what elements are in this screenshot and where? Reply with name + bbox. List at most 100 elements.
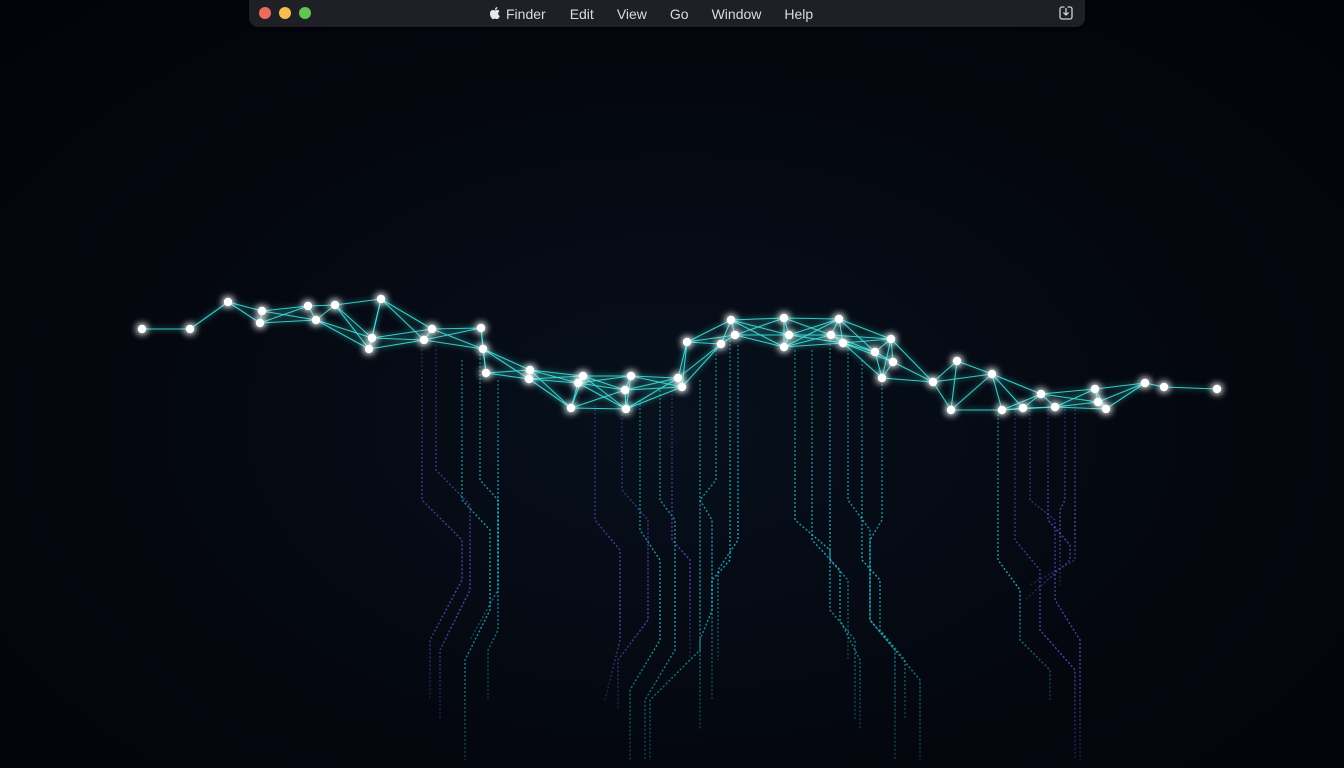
- mesh-edge: [431, 328, 484, 350]
- mesh-node: [886, 334, 896, 344]
- mesh-node: [673, 373, 683, 383]
- mesh-node: [566, 403, 576, 413]
- mesh-edge: [932, 373, 993, 383]
- mesh-node: [682, 337, 692, 347]
- mesh-node: [888, 357, 898, 367]
- desktop: Finder Edit View Go Window Help: [0, 0, 1344, 768]
- menu-help[interactable]: Help: [784, 6, 813, 22]
- mesh-node: [730, 330, 740, 340]
- mesh-edge: [529, 369, 584, 377]
- circuit-trace: [869, 380, 921, 760]
- mesh-node: [419, 335, 429, 345]
- mesh-node: [952, 356, 962, 366]
- mesh-edge: [371, 337, 425, 341]
- mesh-node: [311, 315, 321, 325]
- mesh-node: [834, 314, 844, 324]
- mesh-node: [726, 315, 736, 325]
- mesh-edge: [334, 298, 382, 306]
- circuit-trace: [829, 340, 849, 660]
- mesh-node: [364, 344, 374, 354]
- mesh-node: [1018, 403, 1028, 413]
- minimize-button[interactable]: [279, 7, 291, 19]
- circuit-trace: [711, 340, 731, 700]
- circuit-trace: [479, 350, 499, 700]
- zoom-button[interactable]: [299, 7, 311, 19]
- mesh-node: [870, 347, 880, 357]
- mesh-node: [367, 333, 377, 343]
- circuit-trace: [1029, 410, 1081, 760]
- mesh-edge: [485, 372, 530, 380]
- mesh-edge: [1163, 386, 1218, 390]
- mesh-node: [330, 300, 340, 310]
- mesh-edge: [890, 338, 934, 383]
- mesh-node: [779, 342, 789, 352]
- mesh-node: [621, 404, 631, 414]
- mesh-node: [877, 373, 887, 383]
- mesh-edge: [227, 301, 263, 312]
- mesh-node: [573, 378, 583, 388]
- network-wallpaper: [137, 294, 1222, 760]
- mesh-node: [1050, 402, 1060, 412]
- mesh-node: [303, 301, 313, 311]
- mesh-node: [997, 405, 1007, 415]
- mesh-edge: [783, 317, 840, 320]
- mesh-node: [578, 371, 588, 381]
- menu-edit[interactable]: Edit: [570, 6, 594, 22]
- mesh-node: [524, 374, 534, 384]
- menu-go[interactable]: Go: [670, 6, 689, 22]
- mesh-node: [137, 324, 147, 334]
- circuit-trace: [1059, 405, 1066, 585]
- mesh-edge: [482, 348, 531, 371]
- mesh-node: [476, 323, 486, 333]
- mesh-node: [481, 368, 491, 378]
- circuit-trace: [461, 360, 491, 760]
- mesh-node: [838, 338, 848, 348]
- mesh-node: [1090, 384, 1100, 394]
- mesh-node: [779, 313, 789, 323]
- circuit-trace: [861, 360, 906, 720]
- mesh-edge: [1054, 406, 1107, 410]
- mesh-node: [716, 339, 726, 349]
- mesh-node: [1093, 397, 1103, 407]
- menu-finder[interactable]: Finder: [506, 6, 546, 22]
- circuit-trace: [794, 350, 856, 720]
- menu-view[interactable]: View: [617, 6, 647, 22]
- mesh-edge: [431, 327, 482, 330]
- mesh-node: [626, 371, 636, 381]
- mesh-node: [946, 405, 956, 415]
- mesh-node: [677, 382, 687, 392]
- mesh-node: [826, 330, 836, 340]
- mesh-edge: [625, 386, 683, 410]
- mesh-edge: [334, 304, 370, 350]
- mesh-node: [1101, 404, 1111, 414]
- mesh-edge: [1022, 406, 1056, 409]
- circuit-trace: [421, 345, 463, 700]
- mesh-node: [620, 385, 630, 395]
- mesh-edge: [734, 317, 785, 336]
- mesh-node: [525, 365, 535, 375]
- mesh-edge: [842, 338, 892, 344]
- mesh-edge: [991, 373, 1042, 395]
- mesh-node: [427, 324, 437, 334]
- mesh-edge: [730, 317, 785, 321]
- circuit-trace: [1029, 405, 1076, 586]
- mesh-node: [223, 297, 233, 307]
- close-button[interactable]: [259, 7, 271, 19]
- mesh-node: [376, 294, 386, 304]
- window-controls: [259, 7, 311, 19]
- circuit-trace: [617, 410, 649, 710]
- mesh-node: [185, 324, 195, 334]
- mesh-edge: [528, 378, 572, 409]
- mesh-node: [1212, 384, 1222, 394]
- mesh-edge: [730, 319, 790, 336]
- mesh-edge: [681, 343, 722, 388]
- circuit-trace: [699, 380, 713, 730]
- circuit-trace: [717, 345, 739, 660]
- menu-window[interactable]: Window: [712, 6, 762, 22]
- apple-logo-icon[interactable]: [487, 5, 503, 21]
- square-with-down-arrow-icon[interactable]: [1059, 5, 1073, 20]
- mesh-node: [257, 306, 267, 316]
- mesh-edge: [368, 339, 425, 350]
- circuit-trace: [469, 380, 499, 641]
- mesh-edge: [189, 301, 229, 330]
